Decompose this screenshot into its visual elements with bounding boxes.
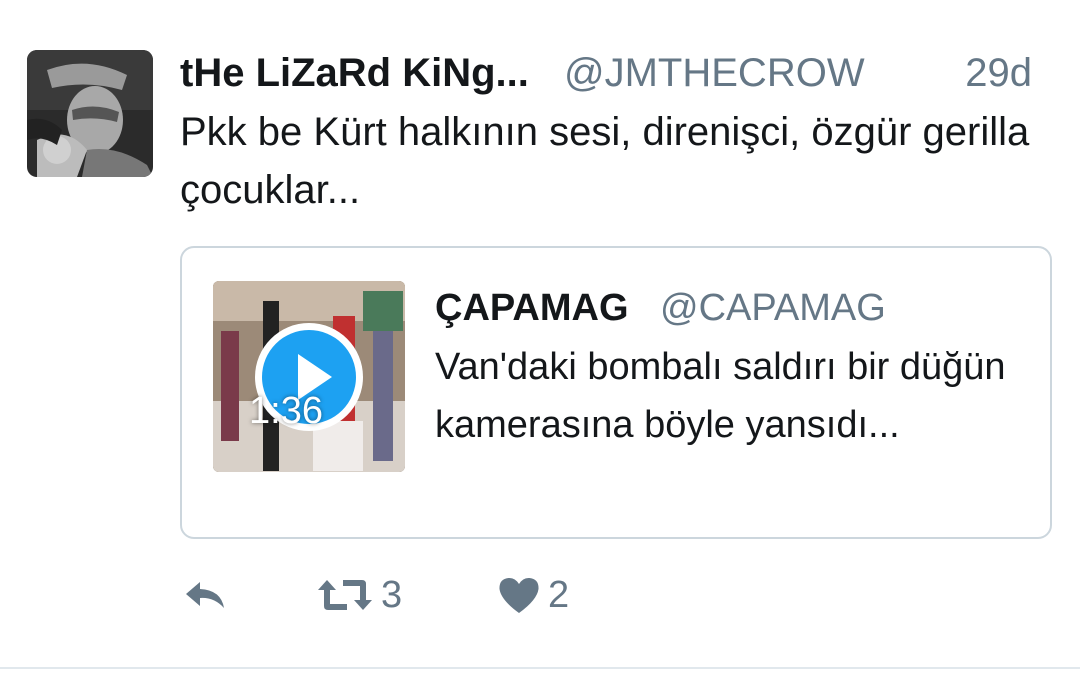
quoted-display-name: ÇAPAMAG	[435, 287, 629, 329]
quoted-user-handle: @CAPAMAG	[660, 287, 886, 329]
tweet[interactable]: tHe LiZaRd KiNg... @JMTHECROW 29d Pkk be…	[0, 0, 1080, 683]
timestamp[interactable]: 29d	[965, 50, 1032, 96]
divider	[0, 667, 1080, 669]
quoted-tweet[interactable]: 1:36 ÇAPAMAG @CAPAMAG Van'daki bombalı s…	[180, 246, 1052, 539]
retweet-count: 3	[381, 574, 403, 616]
tweet-text: Pkk be Kürt halkının sesi, direnişci, öz…	[180, 110, 1030, 212]
quoted-tweet-text: Van'daki bombalı saldırı bir düğün kamer…	[435, 346, 1006, 446]
retweet-icon	[318, 580, 372, 610]
tweet-actions: 3 2	[180, 570, 1060, 620]
like-count: 2	[548, 574, 570, 616]
video-duration: 1:36	[249, 390, 323, 432]
retweet-button[interactable]: 3	[317, 570, 402, 620]
video-thumbnail[interactable]: 1:36	[213, 281, 405, 472]
heart-icon	[499, 577, 539, 613]
reply-button[interactable]	[184, 570, 228, 620]
display-name[interactable]: tHe LiZaRd KiNg...	[180, 50, 529, 96]
tweet-header: tHe LiZaRd KiNg... @JMTHECROW 29d	[180, 50, 1060, 98]
avatar-image	[27, 50, 153, 177]
reply-icon	[186, 582, 224, 608]
like-button[interactable]: 2	[498, 570, 569, 620]
avatar[interactable]	[27, 50, 153, 177]
user-handle[interactable]: @JMTHECROW	[564, 50, 865, 96]
